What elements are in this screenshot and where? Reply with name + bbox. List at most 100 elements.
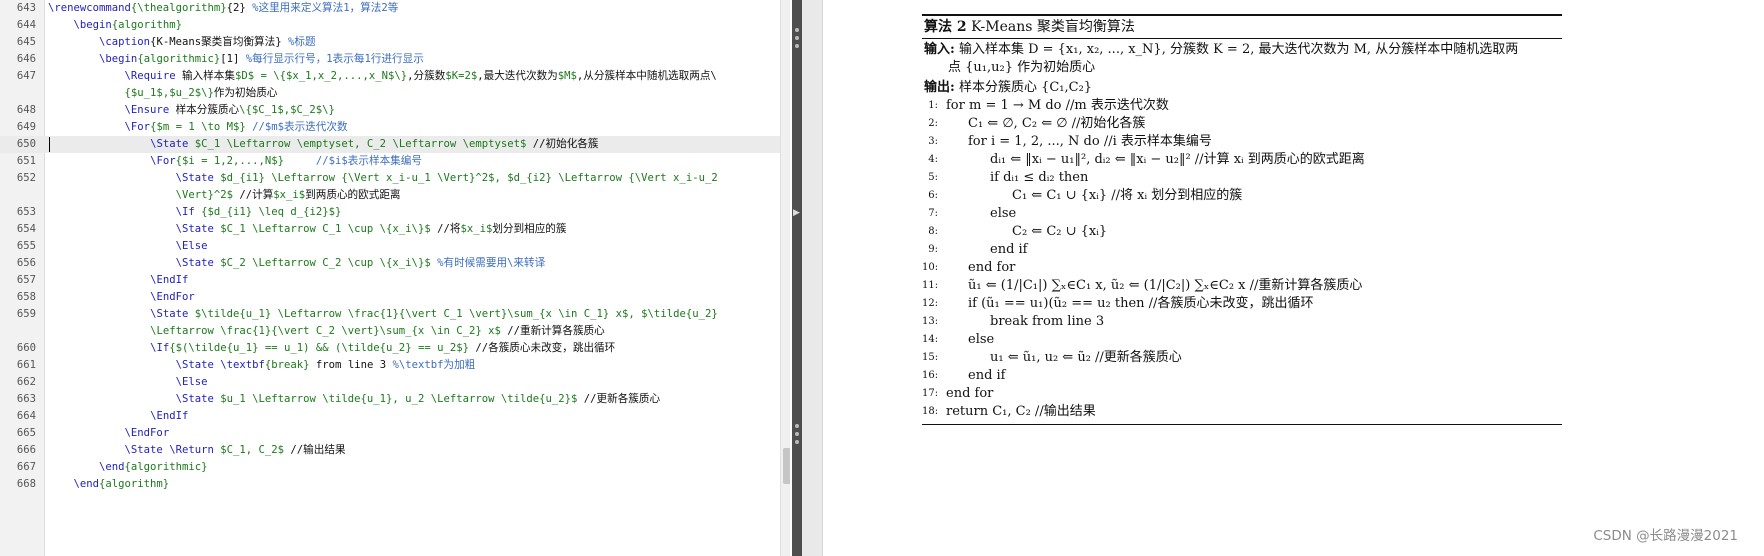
code-text[interactable]: \Vert}^2$ //计算$x_i$到两质心的欧式距离 xyxy=(48,187,401,204)
line-number: 644 xyxy=(16,19,36,31)
code-line[interactable]: 662 \Else xyxy=(0,374,780,391)
code-text[interactable]: \State $C_1 \Leftarrow \emptyset, C_2 \L… xyxy=(48,136,598,153)
code-text[interactable]: \If {$d_{i1} \leq d_{i2}$} xyxy=(48,204,342,221)
code-line[interactable]: 665 \EndFor xyxy=(0,425,780,442)
code-line[interactable]: 663 \State $u_1 \Leftarrow \tilde{u_1}, … xyxy=(0,391,780,408)
code-text[interactable]: \State \Return $C_1, C_2$ //输出结果 xyxy=(48,442,346,459)
code-text[interactable]: \Leftarrow \frac{1}{\vert C_2 \vert}\sum… xyxy=(48,323,605,340)
collapse-arrow-icon[interactable]: ▶ xyxy=(793,208,800,218)
code-line[interactable]: 661 \State \textbf{break} from line 3 %\… xyxy=(0,357,780,374)
code-line[interactable]: 648 \Ensure 样本分簇质心\{$C_1$,$C_2$\} xyxy=(0,102,780,119)
code-text[interactable]: \If{$(\tilde{u_1} == u_1) && (\tilde{u_2… xyxy=(48,340,615,357)
algorithm-line: 12: if (ũ₁ == u₁)(ũ₂ == u₂ then //各簇质心未改变… xyxy=(922,295,1562,313)
code-token: $d_{i1} \Leftarrow {\Vert x_i-u_1 \Vert}… xyxy=(213,172,718,184)
algorithm-line-number: 9: xyxy=(928,243,938,255)
code-text[interactable]: \Else xyxy=(48,374,208,391)
code-line[interactable]: {$u_1$,$u_2$\}作为初始质心 xyxy=(0,85,780,102)
code-line[interactable]: \Vert}^2$ //计算$x_i$到两质心的欧式距离 xyxy=(0,187,780,204)
code-token: \EndFor xyxy=(124,427,170,439)
code-token: from line 3 xyxy=(309,359,393,371)
editor-scrollbar[interactable] xyxy=(780,0,790,556)
code-line[interactable]: 667 \end{algorithmic} xyxy=(0,459,780,476)
code-token: {algorithm} xyxy=(99,478,170,490)
code-line[interactable]: 649 \For{$m = 1 \to M$} //$m$表示迭代次数 xyxy=(0,119,780,136)
code-token: \State xyxy=(124,444,163,456)
code-line[interactable]: 651 \For{$i = 1,2,...,N$} //$i$表示样本集编号 xyxy=(0,153,780,170)
code-text[interactable]: \EndFor xyxy=(48,289,195,306)
code-text[interactable]: \For{$i = 1,2,...,N$} //$i$表示样本集编号 xyxy=(48,153,422,170)
code-token: {break} xyxy=(264,359,310,371)
code-token: 划分到相应的簇 xyxy=(492,223,567,235)
code-line[interactable]: 658 \EndFor xyxy=(0,289,780,306)
code-text[interactable]: \State $\tilde{u_1} \Leftarrow \frac{1}{… xyxy=(48,306,718,323)
code-line[interactable]: 647 \Require 输入样本集$D$ = \{$x_1,x_2,...,x… xyxy=(0,68,780,85)
code-text[interactable]: \end{algorithmic} xyxy=(48,459,207,476)
code-line[interactable]: 653 \If {$d_{i1} \leq d_{i2}$} xyxy=(0,204,780,221)
code-line[interactable]: 654 \State $C_1 \Leftarrow C_1 \cup \{x_… xyxy=(0,221,780,238)
code-line[interactable]: 655 \Else xyxy=(0,238,780,255)
code-text[interactable]: \For{$m = 1 \to M$} //$m$表示迭代次数 xyxy=(48,119,348,136)
splitter-grip-icon xyxy=(795,28,799,32)
code-token: //计算 xyxy=(232,189,274,201)
algorithm-lines: 1: for m = 1 → M do //m 表示迭代次数 2: C₁ ⇐ ∅, C… xyxy=(922,97,1562,421)
code-token: ,最大迭代次数为 xyxy=(477,70,558,82)
code-line[interactable]: 668 \end{algorithm} xyxy=(0,476,780,493)
code-token: \Ensure xyxy=(124,104,170,116)
code-text[interactable]: {$u_1$,$u_2$\}作为初始质心 xyxy=(48,85,278,102)
pdf-preview[interactable]: 算法 2 K-Means 聚类盲均衡算法 输入: 输入样本集 D = {x₁, … xyxy=(802,0,1764,556)
code-text[interactable]: \State $C_2 \Leftarrow C_2 \cup \{x_i\}$… xyxy=(48,255,546,272)
code-text[interactable]: \begin{algorithmic}[1] %每行显示行号，1表示每1行进行显… xyxy=(48,51,424,68)
code-text[interactable]: \State $d_{i1} \Leftarrow {\Vert x_i-u_1… xyxy=(48,170,718,187)
algorithm-line-number: 10: xyxy=(922,261,939,273)
code-text[interactable]: \State \textbf{break} from line 3 %\text… xyxy=(48,357,476,374)
code-text[interactable]: \Else xyxy=(48,238,208,255)
splitter-grip-icon xyxy=(795,424,799,428)
input-label: 输入: xyxy=(924,41,955,57)
code-text[interactable]: \EndIf xyxy=(48,408,188,425)
code-line[interactable]: 643 \renewcommand{\thealgorithm}{2} %这里用来… xyxy=(0,0,780,17)
code-line[interactable]: 660 \If{$(\tilde{u_1} == u_1) && (\tilde… xyxy=(0,340,780,357)
code-line[interactable]: \Leftarrow \frac{1}{\vert C_2 \vert}\sum… xyxy=(0,323,780,340)
code-line[interactable]: 656 \State $C_2 \Leftarrow C_2 \cup \{x_… xyxy=(0,255,780,272)
code-text[interactable]: \State $C_1 \Leftarrow C_1 \cup \{x_i\}$… xyxy=(48,221,567,238)
code-line[interactable]: 644 \begin{algorithm} xyxy=(0,17,780,34)
code-line[interactable]: 657 \EndIf xyxy=(0,272,780,289)
code-line[interactable]: 659 \State $\tilde{u_1} \Leftarrow \frac… xyxy=(0,306,780,323)
code-line[interactable]: 646 \begin{algorithmic}[1] %每行显示行号，1表示每1… xyxy=(0,51,780,68)
code-line[interactable]: 645 \caption{K-Means聚类盲均衡算法} %标题 xyxy=(0,34,780,51)
code-token: {\thealgorithm} xyxy=(130,2,227,14)
algorithm-line-number: 8: xyxy=(928,225,938,237)
code-line[interactable]: 652 \State $d_{i1} \Leftarrow {\Vert x_i… xyxy=(0,170,780,187)
caption-rule xyxy=(922,37,1562,39)
algorithm-line-text: ũ₁ ⇐ (1/|C₁|) ∑ₓ∈C₁ x, ũ₂ ⇐ (1/|C₂|) ∑ₓ∈… xyxy=(968,277,1363,293)
code-line[interactable]: 666 \State \Return $C_1, C_2$ //输出结果 xyxy=(0,442,780,459)
line-number: 661 xyxy=(16,359,36,371)
pane-splitter[interactable]: ▶ xyxy=(792,0,802,556)
code-area[interactable]: 643 \renewcommand{\thealgorithm}{2} %这里用来… xyxy=(0,0,780,493)
algorithm-line: 11: ũ₁ ⇐ (1/|C₁|) ∑ₓ∈C₁ x, ũ₂ ⇐ (1/|C₂|) … xyxy=(922,277,1562,295)
editor-scrollbar-thumb[interactable] xyxy=(783,448,790,484)
algorithm-line: 17: end for xyxy=(922,385,1562,403)
code-token: %\textbf为加粗 xyxy=(392,359,476,371)
code-token: \{$C_1$,$C_2$\} xyxy=(239,104,335,116)
code-text[interactable]: \begin{algorithm} xyxy=(48,17,182,34)
code-line[interactable]: 664 \EndIf xyxy=(0,408,780,425)
code-text[interactable]: \EndIf xyxy=(48,272,188,289)
code-text[interactable]: \end{algorithm} xyxy=(48,476,170,493)
code-text[interactable]: \caption{K-Means聚类盲均衡算法} %标题 xyxy=(48,34,316,51)
code-line[interactable]: 650 \State $C_1 \Leftarrow \emptyset, C_… xyxy=(0,136,780,153)
code-text[interactable]: \Require 输入样本集$D$ = \{$x_1,x_2,...,x_N$\… xyxy=(48,68,717,85)
latex-editor[interactable]: 643 \renewcommand{\thealgorithm}{2} %这里用来… xyxy=(0,0,790,556)
code-text[interactable]: \EndFor xyxy=(48,425,170,442)
code-text[interactable]: \renewcommand{\thealgorithm}{2} %这里用来定义算… xyxy=(48,0,398,17)
code-text[interactable]: \State $u_1 \Leftarrow \tilde{u_1}, u_2 … xyxy=(48,391,661,408)
code-text[interactable]: \Ensure 样本分簇质心\{$C_1$,$C_2$\} xyxy=(48,102,335,119)
line-number: 658 xyxy=(16,291,36,303)
algorithm-line: 13: break from line 3 xyxy=(922,313,1562,331)
line-number: 656 xyxy=(16,257,36,269)
algorithm-line: 18: return C₁, C₂ //输出结果 xyxy=(922,403,1562,421)
